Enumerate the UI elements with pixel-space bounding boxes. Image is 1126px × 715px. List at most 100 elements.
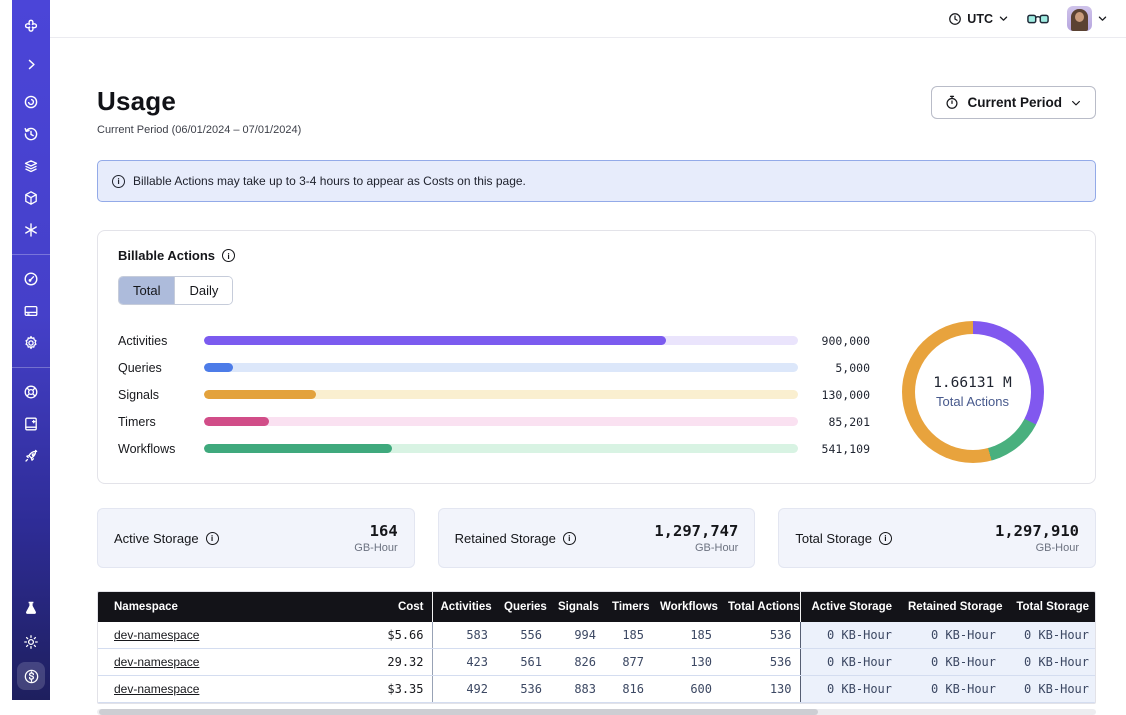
table-row: dev-namespace $3.35 492 536 883 816 600 … (98, 676, 1096, 703)
cell-workflows: 185 (652, 622, 720, 649)
storage-label: Retained Storage (455, 531, 556, 546)
table-horizontal-scrollbar[interactable] (97, 709, 1096, 715)
cell-retained-storage: 0 KB-Hour (900, 676, 1004, 703)
storage-label: Total Storage (795, 531, 872, 546)
col-total-storage: Total Storage (1004, 592, 1096, 622)
bar-label: Timers (118, 415, 204, 429)
bar-label: Activities (118, 334, 204, 348)
feedback-glasses-icon[interactable] (1027, 12, 1049, 26)
bar-fill (204, 336, 666, 345)
timezone-selector[interactable]: UTC (948, 12, 1009, 26)
cell-queries: 561 (496, 649, 550, 676)
cell-activities: 423 (432, 649, 496, 676)
retained-storage-card: Retained Storage i 1,297,747 GB-Hour (438, 508, 756, 568)
storage-summary-row: Active Storage i 164 GB-Hour Retained St… (97, 508, 1096, 568)
cell-activities: 492 (432, 676, 496, 703)
namespaces-icon[interactable] (17, 88, 45, 116)
settings-gear-icon[interactable] (17, 329, 45, 357)
account-menu[interactable] (1067, 6, 1108, 31)
cell-active-storage: 0 KB-Hour (800, 622, 900, 649)
current-period-button[interactable]: Current Period (931, 86, 1096, 119)
cell-workflows: 600 (652, 676, 720, 703)
namespace-link[interactable]: dev-namespace (114, 655, 199, 669)
layers-icon[interactable] (17, 152, 45, 180)
sidebar-divider (12, 254, 50, 255)
deployments-cube-icon[interactable] (17, 184, 45, 212)
docs-book-icon[interactable] (17, 410, 45, 438)
billable-actions-card: Billable Actions i Total Daily Activitie… (97, 230, 1096, 484)
cell-active-storage: 0 KB-Hour (800, 676, 900, 703)
billable-actions-title: Billable Actions (118, 248, 215, 263)
billing-card-icon[interactable] (17, 297, 45, 325)
current-period-subtitle: Current Period (06/01/2024 – 07/01/2024) (97, 124, 301, 136)
bar-track (204, 363, 798, 372)
storage-value: 1,297,747 (654, 522, 738, 540)
col-activities: Activities (432, 592, 496, 622)
usage-dollar-icon[interactable] (17, 662, 45, 690)
chart-row: Workflows 541,109 (118, 435, 870, 462)
bar-label: Signals (118, 388, 204, 402)
chart-row: Signals 130,000 (118, 381, 870, 408)
support-lifering-icon[interactable] (17, 378, 45, 406)
bar-value: 5,000 (798, 361, 870, 375)
theme-sun-icon[interactable] (17, 628, 45, 656)
info-icon[interactable]: i (222, 249, 235, 262)
bar-fill (204, 390, 316, 399)
usage-gauge-icon[interactable] (17, 265, 45, 293)
cell-cost: $3.35 (360, 676, 432, 703)
cell-total-storage: 0 KB-Hour (1004, 676, 1096, 703)
stopwatch-icon (945, 95, 959, 110)
cell-cost: 29.32 (360, 649, 432, 676)
period-button-label: Current Period (967, 95, 1062, 110)
cell-signals: 883 (550, 676, 604, 703)
storage-unit: GB-Hour (995, 542, 1079, 554)
chevron-down-icon (1070, 97, 1082, 109)
info-banner: i Billable Actions may take up to 3-4 ho… (97, 160, 1096, 202)
table-header-row: Namespace Cost Activities Queries Signal… (98, 592, 1096, 622)
storage-unit: GB-Hour (654, 542, 738, 554)
temporal-logo-icon[interactable] (17, 14, 45, 42)
expand-chevron-icon[interactable] (17, 50, 45, 78)
cell-cost: $5.66 (360, 622, 432, 649)
chart-row: Queries 5,000 (118, 354, 870, 381)
storage-value: 164 (354, 522, 397, 540)
bar-fill (204, 417, 269, 426)
active-storage-card: Active Storage i 164 GB-Hour (97, 508, 415, 568)
total-actions-donut: 1.66131 M Total Actions (902, 321, 1044, 463)
tab-daily[interactable]: Daily (174, 277, 232, 304)
donut-total-label: Total Actions (936, 394, 1009, 409)
bar-value: 130,000 (798, 388, 870, 402)
col-retained-storage: Retained Storage (900, 592, 1004, 622)
bar-label: Workflows (118, 442, 204, 456)
namespace-link[interactable]: dev-namespace (114, 682, 199, 696)
cell-timers: 185 (604, 622, 652, 649)
col-workflows: Workflows (652, 592, 720, 622)
cell-queries: 536 (496, 676, 550, 703)
bar-track (204, 444, 798, 453)
cell-timers: 877 (604, 649, 652, 676)
bar-track (204, 390, 798, 399)
avatar (1067, 6, 1092, 31)
bar-fill (204, 363, 233, 372)
cell-signals: 994 (550, 622, 604, 649)
namespace-link[interactable]: dev-namespace (114, 628, 199, 642)
chevron-down-icon (998, 13, 1009, 24)
getting-started-rocket-icon[interactable] (17, 442, 45, 470)
storage-label: Active Storage (114, 531, 199, 546)
sidebar (12, 0, 50, 700)
info-icon[interactable]: i (206, 532, 219, 545)
bar-value: 541,109 (798, 442, 870, 456)
bar-track (204, 417, 798, 426)
nexus-asterisk-icon[interactable] (17, 216, 45, 244)
info-icon[interactable]: i (563, 532, 576, 545)
page-title: Usage (97, 86, 301, 117)
topbar: UTC (50, 0, 1126, 38)
bar-track (204, 336, 798, 345)
tab-total[interactable]: Total (119, 277, 174, 304)
total-storage-card: Total Storage i 1,297,910 GB-Hour (778, 508, 1096, 568)
main-content: Usage Current Period (06/01/2024 – 07/01… (50, 38, 1126, 700)
info-icon[interactable]: i (879, 532, 892, 545)
cell-total-actions: 536 (720, 649, 800, 676)
history-icon[interactable] (17, 120, 45, 148)
labs-flask-icon[interactable] (17, 594, 45, 622)
